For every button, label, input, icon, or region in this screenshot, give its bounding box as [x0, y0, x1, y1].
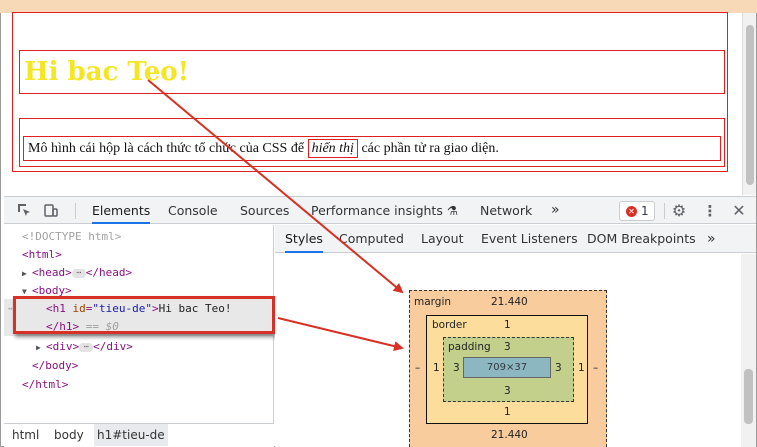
tab-console[interactable]: Console [168, 197, 218, 224]
border-label: border [432, 319, 467, 331]
border-top-value[interactable]: 1 [504, 319, 511, 331]
paragraph-text-after: các phần tử ra giao diện. [361, 141, 499, 156]
tab-dom-breakpoints[interactable]: DOM Breakpoints [587, 225, 696, 253]
gear-icon[interactable]: ⚙ [670, 202, 688, 220]
styles-tabbar: Styles Computed Layout Event Listeners D… [275, 225, 756, 253]
breadcrumb-h1[interactable]: h1#tieu-de [94, 424, 168, 446]
padding-left-value[interactable]: 3 [453, 362, 460, 374]
breadcrumb-html[interactable]: html [12, 424, 39, 446]
collapsed-ellipsis[interactable]: ⋯ [79, 342, 94, 352]
dom-head-tag: head [38, 266, 66, 279]
margin-top-value[interactable]: 21.440 [491, 296, 528, 308]
dom-div-close-tag: div [106, 340, 127, 353]
paragraph-emphasis: hiển thị [307, 139, 358, 158]
margin-left-value[interactable]: – [415, 362, 420, 374]
tab-sources[interactable]: Sources [240, 197, 289, 224]
tab-styles[interactable]: Styles [285, 225, 323, 253]
dom-html-open[interactable]: <html> [22, 246, 62, 264]
expand-triangle-icon[interactable]: ▶ [22, 265, 32, 283]
dom-div[interactable]: ▶ <div> ⋯ </div> [36, 338, 133, 356]
error-icon: ✕ [626, 206, 637, 217]
collapsed-ellipsis[interactable]: ⋯ [71, 268, 86, 278]
flask-icon: ⚗ [446, 203, 459, 218]
more-styles-tabs-button[interactable]: » [707, 225, 716, 253]
more-tabs-button[interactable]: » [551, 197, 560, 224]
styles-scrollbar[interactable] [741, 254, 756, 447]
breadcrumb: html body h1#tieu-de [4, 423, 274, 447]
tab-network[interactable]: Network [480, 197, 532, 224]
padding-label: padding [448, 341, 491, 353]
paragraph-text-before: Mô hình cái hộp là cách thức tổ chức của… [28, 141, 305, 156]
close-icon[interactable]: ✕ [730, 202, 748, 220]
page-scrollbar-thumb[interactable] [746, 25, 754, 185]
toolbar-separator [664, 203, 665, 219]
tab-performance-insights-label: Performance insights [311, 203, 443, 218]
tab-performance-insights[interactable]: Performance insights ⚗ [311, 197, 458, 224]
dom-body-close[interactable]: </body> [32, 357, 78, 375]
dom-doctype[interactable]: <!DOCTYPE html> [22, 228, 121, 246]
border-left-value[interactable]: 1 [433, 362, 440, 374]
border-bottom-value[interactable]: 1 [504, 406, 511, 418]
dom-head-close-tag: head [99, 266, 126, 279]
tab-layout[interactable]: Layout [421, 225, 464, 253]
kebab-menu-icon[interactable]: ⋮ [701, 202, 719, 220]
padding-top-value[interactable]: 3 [504, 341, 511, 353]
tab-event-listeners[interactable]: Event Listeners [481, 225, 578, 253]
inspect-element-icon[interactable] [15, 202, 33, 220]
styles-scrollbar-thumb[interactable] [744, 369, 753, 424]
margin-bottom-value[interactable]: 21.440 [491, 429, 528, 441]
devtools-toolbar: Elements Console Sources Performance ins… [4, 196, 756, 224]
toolbar-separator [75, 203, 76, 219]
dom-html-close[interactable]: </html> [22, 376, 68, 394]
margin-label: margin [414, 296, 452, 308]
border-right-value[interactable]: 1 [578, 362, 585, 374]
page-paragraph: Mô hình cái hộp là cách thức tổ chức của… [28, 139, 499, 158]
dom-head[interactable]: ▶ <head> ⋯ </head> [22, 264, 132, 282]
page-scrollbar[interactable] [742, 13, 756, 195]
error-count-badge[interactable]: ✕ 1 [619, 201, 655, 221]
elements-panel: <!DOCTYPE html> <html> ▶ <head> ⋯ </head> ▼… [4, 225, 274, 447]
tab-elements[interactable]: Elements [92, 197, 151, 224]
box-model-content-size[interactable]: 709×37 [463, 357, 551, 378]
padding-bottom-value[interactable]: 3 [504, 385, 511, 397]
dom-div-tag: div [52, 340, 73, 353]
tab-computed[interactable]: Computed [339, 225, 404, 253]
expand-triangle-icon[interactable]: ▶ [36, 339, 46, 357]
error-count: 1 [641, 204, 649, 218]
device-toolbar-icon[interactable] [42, 202, 60, 220]
h1-highlight-annotation [13, 296, 275, 334]
padding-right-value[interactable]: 3 [555, 362, 562, 374]
margin-right-value[interactable]: – [593, 362, 598, 374]
breadcrumb-body[interactable]: body [54, 424, 84, 446]
page-heading: Hi bac Teo! [24, 57, 190, 87]
